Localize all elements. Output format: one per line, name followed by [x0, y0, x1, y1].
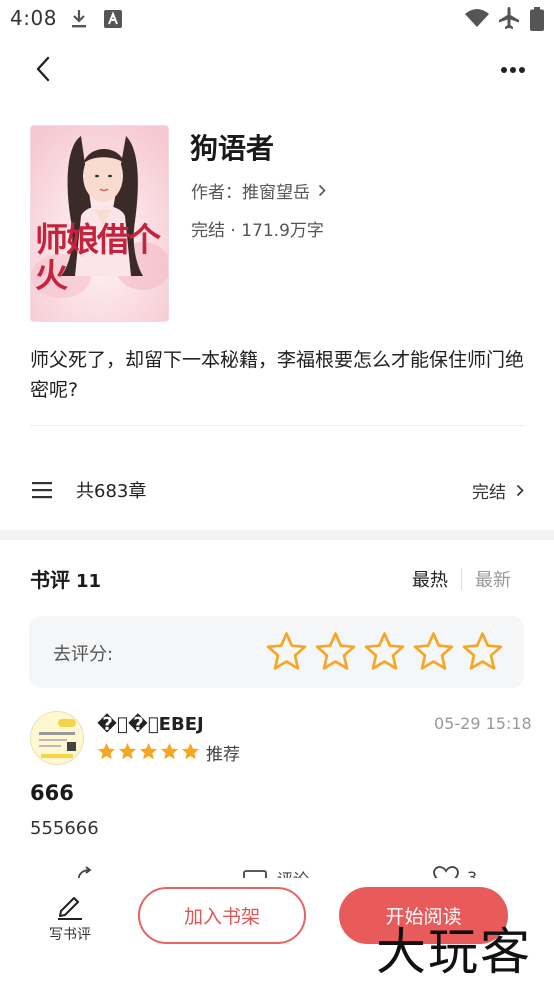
status-bar: 4:08 — [0, 0, 554, 40]
completion-status-label: 完结 — [472, 482, 506, 503]
chapter-list-row[interactable]: 共683章 完结 — [30, 470, 524, 510]
filled-star-icon — [160, 742, 179, 760]
filled-star-icon — [118, 742, 137, 760]
chevron-right-icon — [318, 184, 326, 197]
app-notification-icon — [104, 10, 122, 32]
section-separator — [0, 530, 554, 540]
list-menu-icon — [32, 482, 52, 499]
cover-title-text: 师娘借个火 — [35, 220, 161, 295]
status-time: 4:08 — [10, 6, 57, 30]
sort-newest-tab[interactable]: 最新 — [475, 566, 511, 592]
pen-icon — [58, 897, 82, 920]
rating-star-2[interactable] — [315, 631, 356, 672]
more-dots-icon — [501, 67, 525, 73]
rating-star-4[interactable] — [413, 631, 454, 672]
sort-hot-tab[interactable]: 最热 — [412, 566, 448, 592]
review-title: 666 — [30, 781, 74, 805]
reviews-header: 书评 11 — [30, 564, 101, 593]
tab-separator — [461, 568, 462, 590]
filled-star-icon — [97, 742, 116, 760]
reviews-count: 11 — [76, 571, 102, 592]
add-to-shelf-button[interactable]: 加入书架 — [138, 887, 306, 944]
rating-star-3[interactable] — [364, 631, 405, 672]
rating-star-5[interactable] — [462, 631, 503, 672]
rating-stars-input — [266, 631, 503, 672]
author-name: 作者：推窗望岳 — [191, 183, 310, 203]
download-icon — [70, 9, 88, 33]
chevron-right-icon — [516, 484, 524, 496]
completion-status: 完结 — [472, 478, 524, 503]
review-rating — [97, 742, 200, 761]
watermark: 大玩客 — [376, 923, 532, 981]
chevron-left-icon — [36, 56, 50, 82]
author-link[interactable]: 作者：推窗望岳 — [191, 178, 326, 203]
airplane-mode-icon — [498, 6, 520, 34]
filled-star-icon — [181, 742, 200, 760]
review-body: 555666 — [30, 818, 99, 839]
book-meta: 完结 · 171.9万字 — [191, 221, 324, 241]
write-review-label: 写书评 — [49, 927, 91, 943]
review-username[interactable]: � � EBEJ — [97, 714, 204, 735]
reviews-title: 书评 — [30, 568, 70, 592]
avatar-image — [31, 712, 83, 764]
review-date: 05-29 15:18 — [434, 714, 532, 733]
review-sort-tabs: 最热 最新 — [412, 566, 511, 592]
wifi-icon — [464, 8, 490, 32]
more-options-button[interactable] — [494, 56, 532, 84]
avatar[interactable] — [30, 711, 84, 765]
book-description: 师父死了，却留下一本秘籍，李福根要怎么才能保住师门绝密呢? — [30, 349, 525, 401]
chapter-count: 共683章 — [76, 481, 147, 502]
rate-label: 去评分: — [53, 644, 114, 665]
rating-star-1[interactable] — [266, 631, 307, 672]
book-title: 狗语者 — [190, 132, 275, 165]
battery-icon — [530, 7, 544, 35]
review-recommend-tag: 推荐 — [206, 745, 240, 765]
write-review-button[interactable]: 写书评 — [40, 890, 100, 944]
filled-star-icon — [139, 742, 158, 760]
divider — [30, 425, 525, 426]
book-cover[interactable]: 师娘借个火 — [30, 125, 169, 322]
back-button[interactable] — [26, 52, 60, 86]
